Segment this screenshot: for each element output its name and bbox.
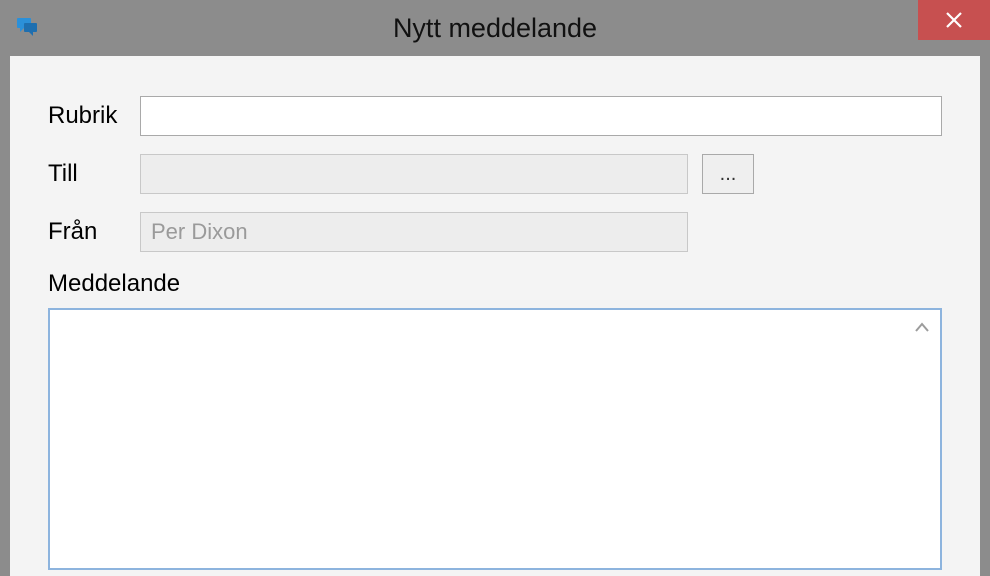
from-field: Per Dixon [140, 212, 688, 252]
message-label: Meddelande [48, 270, 942, 298]
window-title: Nytt meddelande [0, 13, 990, 44]
subject-input[interactable] [140, 96, 942, 136]
chevron-up-icon [914, 320, 930, 336]
close-icon [945, 11, 963, 29]
to-field [140, 154, 688, 194]
to-label: Till [48, 160, 140, 188]
client-area: Rubrik Till ... Från Per Dixon [10, 56, 980, 576]
browse-recipients-button[interactable]: ... [702, 154, 754, 194]
scroll-up-button[interactable] [910, 316, 934, 340]
message-textarea[interactable] [50, 310, 910, 568]
to-row: Till ... [48, 154, 942, 194]
chat-icon [14, 14, 40, 40]
subject-row: Rubrik [48, 96, 942, 136]
new-message-window: Nytt meddelande Rubrik Till ... [0, 0, 990, 576]
from-row: Från Per Dixon [48, 212, 942, 252]
subject-label: Rubrik [48, 102, 140, 130]
titlebar: Nytt meddelande [0, 0, 990, 56]
close-button[interactable] [918, 0, 990, 40]
message-textarea-wrap [48, 308, 942, 570]
from-label: Från [48, 218, 140, 246]
